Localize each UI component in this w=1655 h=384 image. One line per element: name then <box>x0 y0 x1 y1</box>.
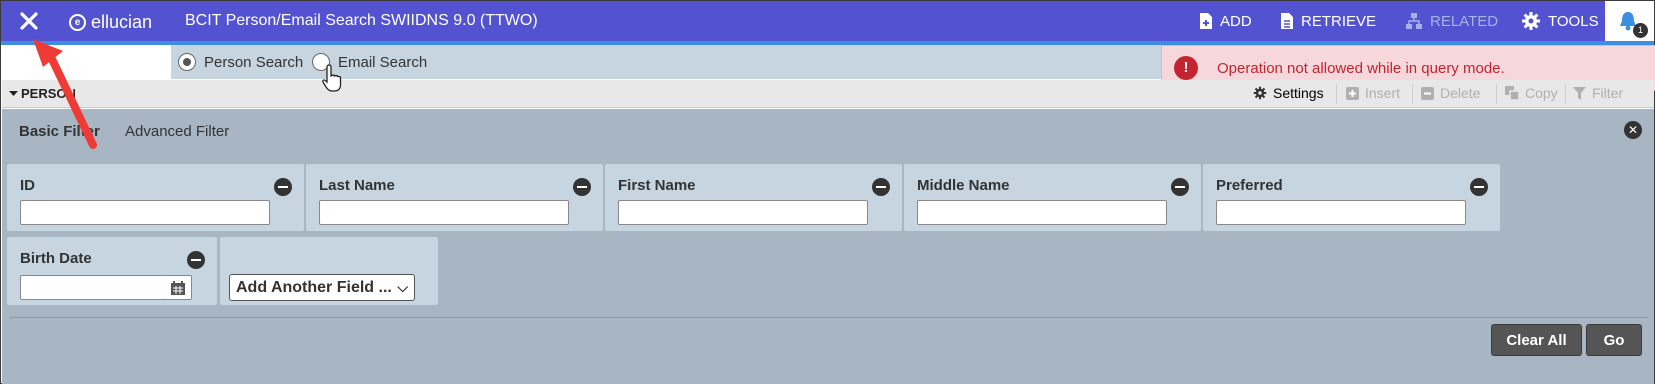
last-name-label: Last Name <box>319 177 395 194</box>
tab-basic-filter[interactable]: Basic Filter <box>19 123 100 140</box>
notifications-button[interactable]: 1 <box>1605 1 1654 41</box>
filter-label: Filter <box>1592 85 1624 101</box>
insert-button[interactable]: Insert <box>1346 85 1400 101</box>
add-label: ADD <box>1220 12 1252 30</box>
preferred-input[interactable] <box>1216 200 1466 225</box>
funnel-icon <box>1573 86 1586 100</box>
remove-field-icon[interactable] <box>1171 178 1189 196</box>
first-name-input[interactable] <box>618 200 868 225</box>
top-bar: e ellucian BCIT Person/Email Search SWII… <box>1 1 1654 41</box>
gear-icon <box>1253 86 1267 100</box>
add-another-field-select[interactable]: Add Another Field ... ⌵ <box>229 274 415 301</box>
preferred-field: Preferred <box>1203 164 1500 231</box>
add-button[interactable]: ADD <box>1199 1 1252 41</box>
tools-button[interactable]: TOOLS <box>1521 1 1599 41</box>
retrieve-button[interactable]: RETRIEVE <box>1280 1 1376 41</box>
radio-unchecked-icon <box>312 53 330 71</box>
person-search-label: Person Search <box>204 53 304 71</box>
delete-button[interactable]: Delete <box>1421 85 1480 101</box>
retrieve-document-icon <box>1281 13 1293 29</box>
add-another-field-label: Add Another Field ... <box>236 278 392 296</box>
section-title: PERSON <box>21 86 76 101</box>
person-section-header: PERSON Settings Insert Delete Copy Filte… <box>2 80 1654 108</box>
ellucian-logo[interactable]: e ellucian <box>69 11 152 33</box>
settings-label: Settings <box>1273 85 1324 101</box>
notification-count-badge: 1 <box>1633 23 1648 38</box>
filter-button[interactable]: Filter <box>1573 85 1623 101</box>
related-label: RELATED <box>1430 12 1499 30</box>
tools-label: TOOLS <box>1548 12 1599 30</box>
preferred-label: Preferred <box>1216 177 1283 194</box>
first-name-field: First Name <box>605 164 902 231</box>
email-search-label: Email Search <box>338 53 428 71</box>
radio-checked-icon <box>178 53 196 71</box>
add-document-icon <box>1200 13 1212 29</box>
id-label: ID <box>20 177 35 194</box>
middle-name-field: Middle Name <box>904 164 1201 231</box>
remove-field-icon[interactable] <box>1470 178 1488 196</box>
first-name-label: First Name <box>618 177 696 194</box>
error-message: Operation not allowed while in query mod… <box>1217 59 1505 77</box>
plus-square-icon <box>1346 86 1359 100</box>
separator <box>1336 84 1337 104</box>
copy-button[interactable]: Copy <box>1505 85 1558 101</box>
settings-button[interactable]: Settings <box>1253 85 1324 101</box>
filter-panel: Basic Filter Advanced Filter ✕ ID Last N… <box>2 109 1654 384</box>
separator <box>1412 84 1413 104</box>
last-name-field: Last Name <box>306 164 603 231</box>
close-filter-icon[interactable]: ✕ <box>1624 121 1642 139</box>
calendar-icon <box>170 280 185 295</box>
person-search-radio[interactable]: Person Search <box>178 53 303 71</box>
copy-label: Copy <box>1525 85 1558 101</box>
gear-icon <box>1522 12 1540 30</box>
remove-field-icon[interactable] <box>573 178 591 196</box>
logo-text: ellucian <box>91 11 153 32</box>
birth-date-label: Birth Date <box>20 250 92 267</box>
error-icon: ! <box>1174 56 1198 80</box>
clear-all-button[interactable]: Clear All <box>1491 324 1582 356</box>
remove-field-icon[interactable] <box>274 178 292 196</box>
birth-date-field: Birth Date <box>7 237 217 305</box>
separator <box>1496 84 1497 104</box>
separator <box>1565 84 1566 104</box>
page-title: BCIT Person/Email Search SWIIDNS 9.0 (TT… <box>185 12 538 29</box>
related-button[interactable]: RELATED <box>1405 1 1498 41</box>
go-button[interactable]: Go <box>1586 324 1642 356</box>
calendar-button[interactable] <box>164 275 192 300</box>
remove-field-icon[interactable] <box>872 178 890 196</box>
section-toggle[interactable]: PERSON <box>9 86 76 101</box>
middle-name-label: Middle Name <box>917 177 1010 194</box>
app-window: e ellucian BCIT Person/Email Search SWII… <box>0 0 1655 384</box>
tab-advanced-filter[interactable]: Advanced Filter <box>125 123 229 140</box>
last-name-input[interactable] <box>319 200 569 225</box>
middle-name-input[interactable] <box>917 200 1167 225</box>
birth-date-input[interactable] <box>20 275 165 300</box>
remove-field-icon[interactable] <box>187 251 205 269</box>
delete-label: Delete <box>1440 85 1481 101</box>
copy-icon <box>1505 86 1519 100</box>
id-input[interactable] <box>20 200 270 225</box>
caret-down-icon <box>9 91 18 96</box>
divider <box>10 317 1648 318</box>
id-field: ID <box>7 164 304 231</box>
add-field-card: Add Another Field ... ⌵ <box>220 237 438 305</box>
minus-square-icon <box>1421 86 1434 100</box>
chevron-down-icon: ⌵ <box>397 279 408 295</box>
retrieve-label: RETRIEVE <box>1301 12 1377 30</box>
insert-label: Insert <box>1365 85 1401 101</box>
logo-icon: e <box>69 13 86 31</box>
close-icon[interactable] <box>17 9 41 33</box>
related-hierarchy-icon <box>1406 13 1422 29</box>
email-search-radio[interactable]: Email Search <box>312 53 427 71</box>
